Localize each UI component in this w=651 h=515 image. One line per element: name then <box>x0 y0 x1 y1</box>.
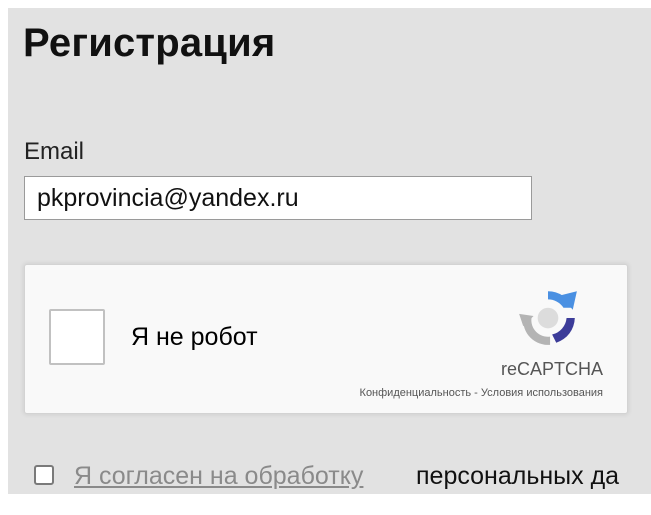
page-title: Регистрация <box>23 21 276 65</box>
consent-checkbox[interactable] <box>34 465 54 485</box>
privacy-link[interactable]: Конфиденциальность <box>360 387 472 399</box>
recaptcha-checkbox[interactable] <box>49 309 105 365</box>
email-label: Email <box>24 138 85 165</box>
email-field[interactable] <box>24 176 532 220</box>
recaptcha-label: Я не робот <box>131 323 258 351</box>
recaptcha-links: Конфиденциальность - Условия использован… <box>360 387 603 399</box>
consent-text: персональных да <box>416 462 620 490</box>
links-separator: - <box>471 387 481 399</box>
terms-link[interactable]: Условия использования <box>481 387 603 399</box>
consent-link[interactable]: Я согласен на обработку <box>74 462 363 491</box>
recaptcha-brand: reCAPTCHA <box>500 359 603 379</box>
registration-panel: Регистрация Email Я не робот reCAPTCHA К… <box>8 8 651 494</box>
recaptcha-logo-icon <box>519 291 577 345</box>
recaptcha-widget: Я не робот reCAPTCHA Конфиденциальность … <box>24 264 628 414</box>
